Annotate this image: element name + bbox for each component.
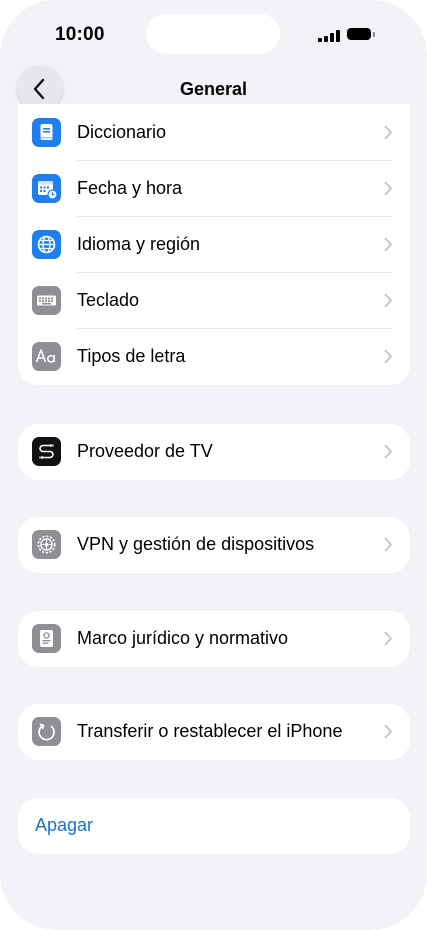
chevron-right-icon [384, 537, 392, 552]
settings-row-label: Fecha y hora [77, 178, 183, 198]
settings-row-label: VPN y gestión de dispositivos [77, 534, 315, 554]
settings-group-general: Diccionario Fecha y hora Idioma y región [18, 104, 410, 385]
settings-row-proveedor-de-tv[interactable]: Proveedor de TV [18, 424, 410, 480]
keyboard-icon [32, 286, 61, 315]
phone-screen: 10:00 General Diccionario Fecha y hora I… [0, 0, 427, 930]
settings-group-reset: Transferir o restablecer el iPhone [18, 704, 410, 760]
reset-icon [32, 717, 61, 746]
shutdown-button[interactable]: Apagar [18, 798, 410, 854]
settings-row-label: Idioma y región [77, 234, 201, 254]
settings-group-shutdown: Apagar [18, 798, 410, 854]
battery-icon [347, 28, 371, 40]
dictionary-icon [32, 118, 61, 147]
status-time: 10:00 [55, 24, 105, 45]
chevron-right-icon [384, 181, 392, 196]
settings-row-label: Diccionario [77, 122, 167, 142]
settings-row-label: Proveedor de TV [77, 441, 213, 461]
settings-row-tipos-de-letra[interactable]: Tipos de letra [18, 329, 410, 385]
page-title: General [179, 79, 248, 99]
tv-provider-icon [32, 437, 61, 466]
settings-row-idioma-y-region[interactable]: Idioma y región [18, 217, 410, 273]
status-bar: 10:00 [0, 0, 427, 70]
settings-row-label: Tipos de letra [77, 346, 186, 366]
font-icon [32, 342, 61, 371]
settings-group-legal: Marco jurídico y normativo [18, 611, 410, 667]
cellular-signal-icon [318, 30, 340, 42]
settings-row-label: Teclado [77, 290, 140, 310]
settings-group-vpn: VPN y gestión de dispositivos [18, 517, 410, 573]
settings-row-vpn[interactable]: VPN y gestión de dispositivos [18, 517, 410, 573]
settings-row-transferir-restablecer[interactable]: Transferir o restablecer el iPhone [18, 704, 410, 760]
chevron-right-icon [384, 724, 392, 739]
calendar-clock-icon [32, 174, 61, 203]
settings-row-label: Marco jurídico y normativo [77, 628, 289, 648]
dynamic-island [146, 14, 280, 54]
settings-row-teclado[interactable]: Teclado [18, 273, 410, 329]
chevron-right-icon [384, 349, 392, 364]
battery-tip [373, 32, 375, 37]
gear-icon [32, 530, 61, 559]
chevron-right-icon [384, 125, 392, 140]
chevron-right-icon [384, 293, 392, 308]
settings-group-tv: Proveedor de TV [18, 424, 410, 480]
globe-icon [32, 230, 61, 259]
settings-row-label: Transferir o restablecer el iPhone [77, 721, 343, 741]
settings-row-fecha-y-hora[interactable]: Fecha y hora [18, 161, 410, 217]
chevron-right-icon [384, 631, 392, 646]
shutdown-label: Apagar [35, 815, 94, 835]
settings-row-diccionario[interactable]: Diccionario [18, 105, 410, 161]
chevron-right-icon [384, 237, 392, 252]
settings-row-marco-juridico[interactable]: Marco jurídico y normativo [18, 611, 410, 667]
chevron-right-icon [384, 444, 392, 459]
certificate-icon [32, 624, 61, 653]
